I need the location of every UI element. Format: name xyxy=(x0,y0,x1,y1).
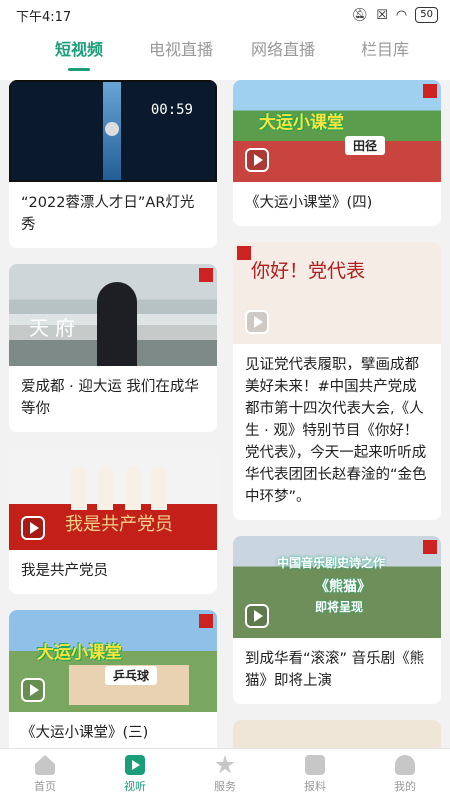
thumbnail-person xyxy=(97,466,113,510)
play-icon[interactable] xyxy=(245,310,269,334)
thumbnail-overlay-title: 大运小课堂 xyxy=(259,113,344,133)
nav-home[interactable]: 首页 xyxy=(0,749,90,800)
nav-label: 首页 xyxy=(34,780,56,793)
thumbnail-overlay-subtitle: 田径 xyxy=(345,136,386,155)
thumbnail-overlay-title: 中国音乐剧史诗之作 xyxy=(277,556,386,570)
nav-report[interactable]: 报料 xyxy=(270,749,360,800)
video-thumbnail[interactable]: 00:59 xyxy=(9,80,217,182)
nav-label: 服务 xyxy=(214,780,236,793)
thumbnail-person xyxy=(151,466,167,510)
channel-tabs: 短视频 电视直播 网络直播 栏目库 xyxy=(0,30,450,80)
thumbnail-overlay-text: 天府 xyxy=(29,316,81,340)
video-card[interactable]: 00:59 “2022蓉漂人才日”AR灯光秀 xyxy=(9,80,217,248)
thumbnail-person xyxy=(97,282,137,366)
video-thumbnail[interactable]: 中国音乐剧史诗之作 《熊猫》 即将呈现 xyxy=(233,536,441,638)
nav-mine[interactable]: 我的 xyxy=(360,749,450,800)
channel-badge xyxy=(199,614,213,628)
video-thumbnail[interactable]: 我是共产党员 xyxy=(9,448,217,550)
thumbnail-overlay-text: 你好！党代表 xyxy=(251,260,366,282)
sim-off-icon: ☒ xyxy=(376,7,388,23)
tab-web-live[interactable]: 网络直播 xyxy=(232,30,334,80)
wifi-icon: ◠ xyxy=(395,7,408,23)
video-title: 爱成都 · 迎大运 我们在成华等你 xyxy=(21,379,199,417)
channel-badge xyxy=(237,246,251,260)
feed-column-right: 大运小课堂 田径 《大运小课堂》(四) 你好！党代表 见证党代表履职，擘画成都美… xyxy=(233,80,441,748)
status-time: 下午4:17 xyxy=(16,9,72,25)
video-card[interactable]: 中国音乐剧史诗之作 《熊猫》 即将呈现 到成华看“滚滚” 音乐剧《熊猫》即将上演 xyxy=(233,536,441,704)
thumbnail-person xyxy=(125,466,141,510)
play-icon[interactable] xyxy=(21,678,45,702)
video-feed[interactable]: 00:59 “2022蓉漂人才日”AR灯光秀 天府 爱成都 · 迎大运 我们在成… xyxy=(0,80,450,748)
play-icon[interactable] xyxy=(21,516,45,540)
thumbnail-overlay-subtitle: 即将呈现 xyxy=(315,600,364,614)
mute-icon: 🔕︎ xyxy=(351,7,369,23)
video-title: 《大运小课堂》(四) xyxy=(245,195,373,211)
nav-service[interactable]: 服务 xyxy=(180,749,270,800)
tab-program-library[interactable]: 栏目库 xyxy=(334,30,436,80)
video-title: “2022蓉漂人才日”AR灯光秀 xyxy=(21,195,195,233)
channel-badge xyxy=(423,540,437,554)
channel-badge xyxy=(423,84,437,98)
nav-label: 我的 xyxy=(394,780,416,793)
video-title: 我是共产党员 xyxy=(21,563,108,579)
thumbnail-person xyxy=(71,466,87,510)
video-thumbnail[interactable]: 天府 xyxy=(9,264,217,366)
video-thumbnail[interactable]: 大运小课堂 田径 xyxy=(233,80,441,182)
nav-audiovisual[interactable]: 视听 xyxy=(90,749,180,800)
video-card[interactable]: 你好！党代表 见证党代表履职，擘画成都美好未来！#中国共产党成都市第十四次代表大… xyxy=(233,242,441,520)
thumbnail-overlay-subtitle: 乒乓球 xyxy=(105,666,158,685)
bottom-nav: 首页 视听 服务 报料 我的 xyxy=(0,748,450,800)
play-icon xyxy=(125,755,145,775)
battery-icon: 50 xyxy=(415,7,438,23)
thumbnail-overlay-title: 大运小课堂 xyxy=(37,643,122,663)
star-icon xyxy=(215,755,235,774)
video-card[interactable]: 我是共产党员 我是共产党员 xyxy=(9,448,217,594)
nav-label: 报料 xyxy=(304,780,326,793)
video-duration: 00:59 xyxy=(150,102,193,118)
video-title: 到成华看“滚滚” 音乐剧《熊猫》即将上演 xyxy=(245,651,425,689)
video-title: 《大运小课堂》(三) xyxy=(21,725,149,741)
nav-label: 视听 xyxy=(124,780,146,793)
video-card[interactable]: 天府 爱成都 · 迎大运 我们在成华等你 xyxy=(9,264,217,432)
thumbnail-figure xyxy=(105,122,119,136)
thumbnail-overlay-name: 《熊猫》 xyxy=(315,579,371,595)
play-icon[interactable] xyxy=(245,604,269,628)
thumbnail-overlay-text: 我是共产党员 xyxy=(65,514,173,535)
status-bar: 下午4:17 🔕︎ ☒ ◠ 50 xyxy=(0,0,450,30)
report-icon xyxy=(305,755,325,775)
video-card[interactable]: 大运小课堂 田径 《大运小课堂》(四) xyxy=(233,80,441,226)
video-thumbnail[interactable]: 你好！党代表 xyxy=(233,242,441,344)
feed-column-left: 00:59 “2022蓉漂人才日”AR灯光秀 天府 爱成都 · 迎大运 我们在成… xyxy=(9,80,217,748)
play-icon[interactable] xyxy=(245,148,269,172)
tab-short-video[interactable]: 短视频 xyxy=(28,30,130,80)
home-icon xyxy=(35,755,55,775)
video-title: 见证党代表履职，擘画成都美好未来！#中国共产党成都市第十四次代表大会,《人生 ·… xyxy=(245,357,427,505)
video-card[interactable]: 大运小课堂 乒乓球 《大运小课堂》(三) xyxy=(9,610,217,748)
person-icon xyxy=(395,755,415,775)
tab-tv-live[interactable]: 电视直播 xyxy=(130,30,232,80)
channel-badge xyxy=(199,268,213,282)
video-thumbnail[interactable]: 大运小课堂 乒乓球 xyxy=(9,610,217,712)
